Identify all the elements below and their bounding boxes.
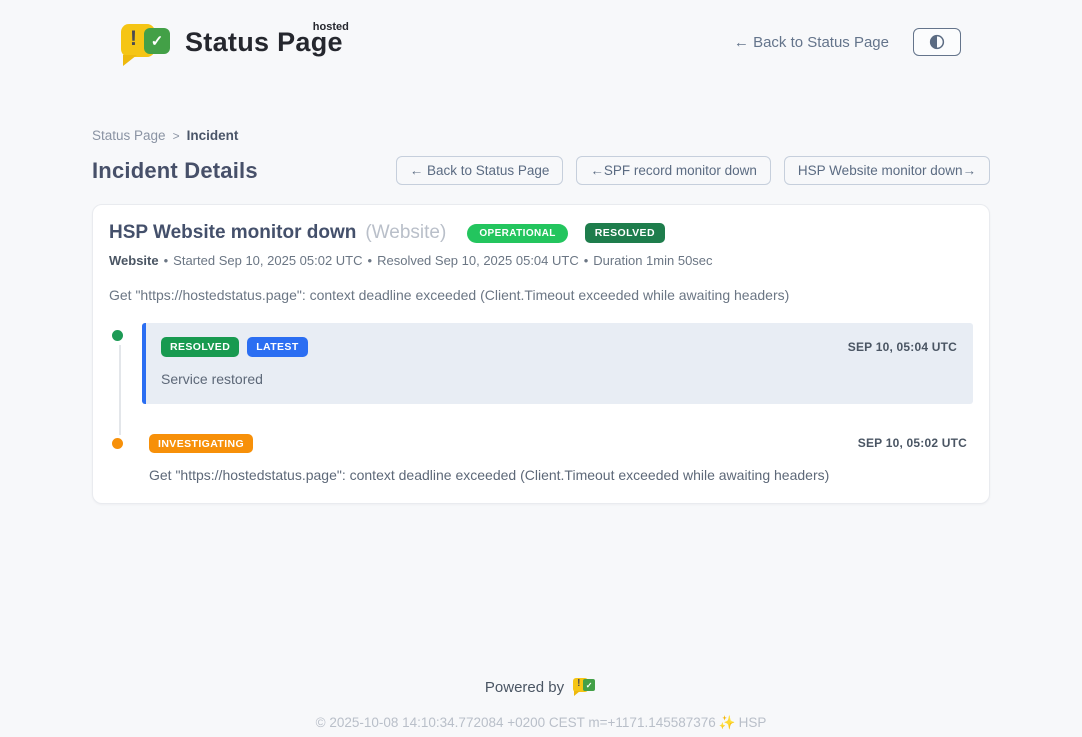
component-name: Website bbox=[109, 253, 159, 268]
breadcrumb-incident: Incident bbox=[187, 128, 239, 143]
started-at: Started Sep 10, 2025 05:02 UTC bbox=[173, 253, 362, 268]
breadcrumb: Status Page > Incident bbox=[92, 128, 990, 143]
duration: Duration 1min 50sec bbox=[593, 253, 712, 268]
resolved-badge: RESOLVED bbox=[585, 223, 665, 243]
back-to-status-page-button[interactable]: ← Back to Status Page bbox=[396, 156, 564, 185]
page-title: Incident Details bbox=[92, 158, 258, 184]
timeline-timestamp: SEP 10, 05:04 UTC bbox=[848, 340, 957, 354]
timeline-entry: INVESTIGATING SEP 10, 05:02 UTC Get "htt… bbox=[109, 431, 973, 484]
timeline-timestamp: SEP 10, 05:02 UTC bbox=[858, 436, 967, 450]
timeline-dot-resolved bbox=[110, 328, 125, 343]
resolved-status-badge: RESOLVED bbox=[161, 337, 239, 357]
theme-toggle-button[interactable] bbox=[913, 28, 961, 56]
half-moon-contrast-icon bbox=[928, 33, 946, 51]
timeline-connector bbox=[119, 345, 121, 435]
breadcrumb-status-page[interactable]: Status Page bbox=[92, 128, 166, 143]
investigating-status-badge: INVESTIGATING bbox=[149, 434, 253, 454]
footer: Powered by ! ✓ © 2025-10-08 14:10:34.772… bbox=[92, 676, 990, 731]
header-back-link[interactable]: ← Back to Status Page bbox=[734, 34, 889, 51]
status-page-logo-icon: ! ✓ bbox=[121, 19, 173, 65]
incident-timeline: RESOLVED LATEST SEP 10, 05:04 UTC Servic… bbox=[109, 323, 973, 483]
incident-scope: (Website) bbox=[365, 222, 446, 244]
incident-meta: Website•Started Sep 10, 2025 05:02 UTC•R… bbox=[109, 253, 973, 268]
status-page-mini-logo-icon: ! ✓ bbox=[573, 676, 597, 698]
next-incident-button[interactable]: HSP Website monitor down→ bbox=[784, 156, 990, 185]
brand-hosted-label: hosted bbox=[313, 21, 349, 33]
timeline-dot-investigating bbox=[110, 436, 125, 451]
timeline-entry: RESOLVED LATEST SEP 10, 05:04 UTC Servic… bbox=[109, 323, 973, 404]
main-content: Status Page > Incident Incident Details ← … bbox=[92, 128, 990, 731]
brand-logo[interactable]: ! ✓ Status Page hosted bbox=[121, 19, 347, 65]
incident-card: HSP Website monitor down (Website) OPERA… bbox=[92, 204, 990, 504]
check-icon: ✓ bbox=[144, 28, 170, 54]
resolved-at: Resolved Sep 10, 2025 05:04 UTC bbox=[377, 253, 579, 268]
incident-title: HSP Website monitor down bbox=[109, 222, 356, 244]
powered-by-link[interactable]: Powered by ! ✓ bbox=[92, 676, 990, 698]
sparkle-icon: ✨ bbox=[719, 715, 736, 730]
prev-incident-button[interactable]: ←SPF record monitor down bbox=[576, 156, 771, 185]
incident-description: Get "https://hostedstatus.page": context… bbox=[109, 287, 973, 303]
header: ! ✓ Status Page hosted ← Back to Status … bbox=[0, 0, 1082, 78]
copyright-line: © 2025-10-08 14:10:34.772084 +0200 CEST … bbox=[92, 715, 990, 731]
latest-badge: LATEST bbox=[247, 337, 307, 357]
powered-by-label: Powered by bbox=[485, 679, 564, 696]
operational-badge: OPERATIONAL bbox=[467, 224, 567, 243]
timeline-message: Service restored bbox=[161, 371, 957, 387]
timeline-message: Get "https://hostedstatus.page": context… bbox=[149, 467, 967, 483]
breadcrumb-separator: > bbox=[173, 129, 180, 143]
